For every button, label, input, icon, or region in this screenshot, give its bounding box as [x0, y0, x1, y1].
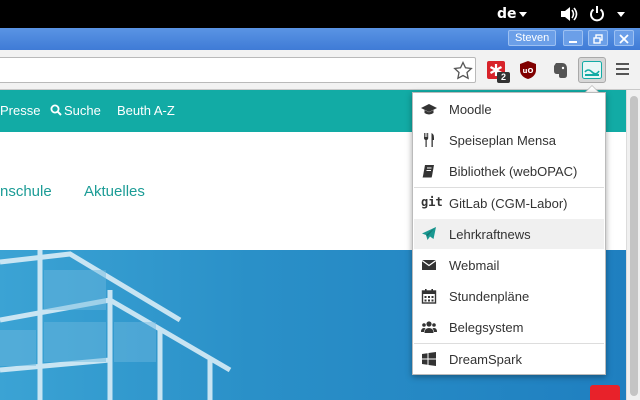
ublock-origin-icon[interactable]: uO [518, 60, 538, 80]
popup-item-lehrkraftnews[interactable]: Lehrkraftnews [414, 219, 604, 249]
minimize-icon [569, 41, 577, 43]
nav-link-suche[interactable]: Suche [64, 103, 101, 118]
extension-badge-count: 2 [497, 72, 510, 83]
power-caret-icon[interactable] [617, 12, 625, 17]
popup-item-label: DreamSpark [449, 352, 522, 367]
popup-item-moodle[interactable]: Moodle [414, 94, 604, 124]
utensils-icon [424, 133, 434, 147]
popup-item-label: Webmail [449, 258, 500, 273]
os-top-panel: de [0, 0, 640, 28]
popup-item-label: Bibliothek (webOPAC) [449, 164, 578, 179]
volume-icon[interactable] [560, 6, 578, 22]
popup-item-label: GitLab (CGM-Labor) [449, 196, 568, 211]
popup-item-label: Speiseplan Mensa [449, 133, 556, 148]
popup-item-label: Belegsystem [449, 320, 524, 335]
profile-button[interactable]: Steven [508, 30, 557, 46]
popup-item-dreamspark[interactable]: DreamSpark [414, 344, 604, 374]
scrollbar-thumb[interactable] [630, 96, 638, 396]
popup-item-gitlab[interactable]: git GitLab (CGM-Labor) [414, 188, 604, 218]
address-bar[interactable] [0, 57, 476, 83]
browser-toolbar: 2 uO [0, 50, 640, 90]
url-input[interactable] [0, 58, 439, 82]
envelope-icon [421, 260, 437, 270]
keyboard-language-indicator[interactable]: de [497, 6, 517, 22]
beuth-extension-icon [582, 61, 602, 79]
paper-plane-icon [422, 227, 436, 240]
popup-item-webmail[interactable]: Webmail [414, 250, 604, 280]
close-icon [619, 34, 629, 44]
graduation-cap-icon [421, 104, 437, 115]
popup-item-label: Lehrkraftnews [449, 227, 531, 242]
nav-link-presse[interactable]: Presse [0, 103, 40, 118]
search-icon[interactable] [50, 104, 62, 116]
browser-menu-button[interactable] [616, 63, 630, 77]
evernote-elephant-icon[interactable] [550, 60, 570, 80]
close-button[interactable] [614, 30, 634, 46]
extension-popup-menu: Moodle Speiseplan Mensa Bibliothek (webO… [412, 92, 606, 375]
browser-title-bar[interactable]: Steven [0, 28, 640, 50]
book-icon [422, 165, 434, 178]
restore-button[interactable] [588, 30, 608, 46]
popup-item-bibliothek[interactable]: Bibliothek (webOPAC) [414, 156, 604, 186]
red-badge-corner [590, 385, 620, 400]
subnav-link-hochschule[interactable]: nschule [0, 183, 52, 200]
users-icon [421, 321, 437, 333]
language-caret-icon[interactable] [519, 12, 527, 17]
popup-item-label: Stundenpläne [449, 289, 530, 304]
calendar-icon [421, 289, 437, 304]
svg-text:uO: uO [523, 67, 534, 75]
page-scrollbar[interactable] [626, 90, 640, 400]
restore-icon [593, 34, 603, 44]
subnav-link-aktuelles[interactable]: Aktuelles [84, 183, 145, 200]
popup-item-label: Moodle [449, 102, 492, 117]
popup-item-stundenplaene[interactable]: Stundenpläne [414, 281, 604, 311]
minimize-button[interactable] [563, 30, 583, 46]
popup-item-speiseplan-mensa[interactable]: Speiseplan Mensa [414, 125, 604, 155]
bookmark-star-icon[interactable] [453, 61, 473, 81]
active-extension-button[interactable] [578, 57, 606, 83]
popup-item-belegsystem[interactable]: Belegsystem [414, 312, 604, 342]
power-icon[interactable] [589, 5, 605, 23]
git-icon: git [421, 195, 443, 209]
nav-link-beuth-a-z[interactable]: Beuth A-Z [117, 103, 175, 118]
windows-icon [422, 352, 436, 366]
